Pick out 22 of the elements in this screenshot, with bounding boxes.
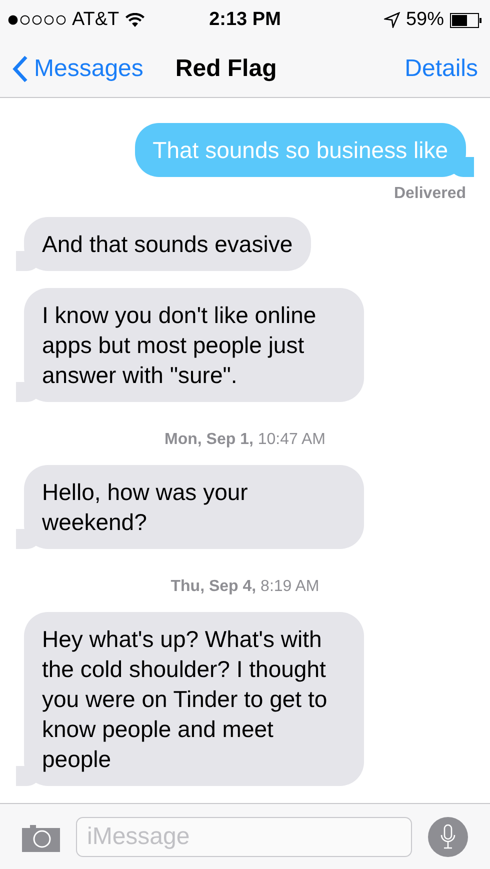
wifi-icon bbox=[125, 12, 146, 28]
back-button[interactable]: Messages bbox=[12, 54, 144, 82]
microphone-icon bbox=[440, 824, 456, 850]
conversation-title: Red Flag bbox=[175, 54, 278, 82]
message-input-field[interactable]: iMessage bbox=[76, 816, 412, 856]
received-message-bubble: Hey what's up? What's with the cold shoulder? I thought you were on Tinder to get to know people and meet people bbox=[16, 612, 364, 786]
message-timestamp: Thu, Sep 4, 8:19 AM bbox=[170, 578, 320, 596]
delivery-status: Delivered bbox=[394, 185, 466, 203]
status-time: 2:13 PM bbox=[209, 9, 281, 31]
chevron-left-icon bbox=[12, 54, 28, 82]
sent-message-bubble: That sounds so business like bbox=[134, 123, 474, 177]
received-message-bubble: I know you don't like online apps but most people just answer with "sure". bbox=[16, 288, 364, 402]
details-button[interactable]: Details bbox=[404, 54, 478, 82]
signal-icon bbox=[8, 15, 66, 25]
received-message-bubble: And that sounds evasive bbox=[16, 217, 311, 271]
message-timestamp: Mon, Sep 1, 10:47 AM bbox=[164, 431, 326, 449]
carrier-name: AT&T bbox=[72, 9, 120, 31]
microphone-button[interactable] bbox=[428, 816, 468, 856]
location-arrow-icon bbox=[384, 12, 400, 28]
battery-icon bbox=[450, 12, 482, 28]
battery-percent: 59% bbox=[406, 9, 444, 31]
received-message-bubble: Hello, how was your weekend? bbox=[16, 465, 364, 549]
